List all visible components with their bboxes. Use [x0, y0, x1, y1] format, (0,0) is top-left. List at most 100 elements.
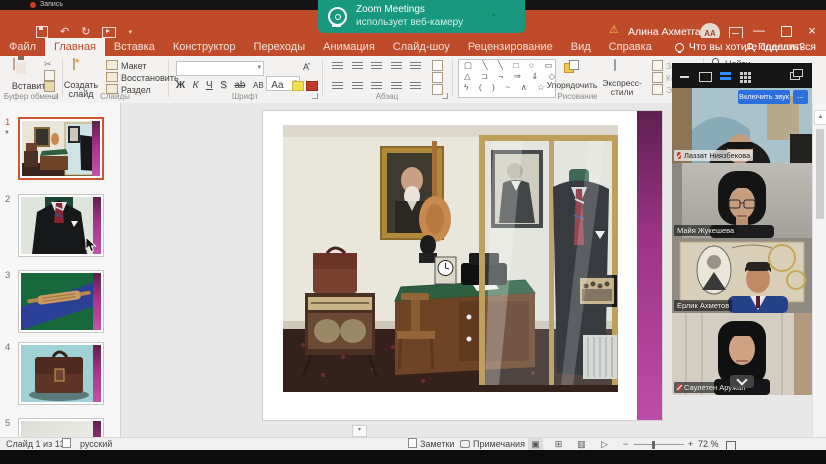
zoom-panel[interactable]: Включить звук ... Лаззат Ниязбекова: [672, 63, 812, 395]
tab-slideshow[interactable]: Слайд-шоу: [384, 38, 459, 56]
minimize-button[interactable]: —: [750, 23, 768, 37]
scroll-up-icon[interactable]: ▲: [814, 110, 826, 125]
participant-name: Лаззат Ниязбекова: [684, 151, 750, 160]
columns-icon[interactable]: [410, 82, 421, 91]
redo-icon[interactable]: ↻: [81, 27, 90, 38]
tab-transitions[interactable]: Переходы: [245, 38, 315, 56]
speaker-view-icon[interactable]: [699, 72, 712, 82]
participant-name: Ерлик Ахметов: [677, 301, 729, 310]
tab-design[interactable]: Конструктор: [164, 38, 245, 56]
align-left-icon[interactable]: [332, 82, 343, 91]
warning-icon[interactable]: ⚠: [609, 23, 619, 36]
slide-thumbnail-3[interactable]: [18, 270, 104, 333]
strikethrough-button[interactable]: ab: [234, 80, 245, 91]
close-button[interactable]: ×: [803, 23, 821, 38]
zoom-slider-track[interactable]: [634, 444, 684, 445]
new-slide-icon: [73, 58, 75, 70]
popout-icon[interactable]: [790, 72, 800, 80]
paragraph-dialog-launcher[interactable]: [442, 93, 448, 99]
tab-view[interactable]: Вид: [562, 38, 600, 56]
font-color-button[interactable]: [306, 81, 318, 91]
zoom-notification[interactable]: Zoom Meetings использует веб-камеру ⌄: [318, 0, 525, 33]
participant-video-2[interactable]: Майя Жукешева: [672, 163, 812, 238]
text-shadow-button[interactable]: S: [220, 80, 227, 91]
thumbnail-4-briefcase-image: [21, 345, 98, 402]
tab-file[interactable]: Файл: [0, 38, 45, 56]
mouse-cursor: [85, 237, 97, 253]
notes-label: Заметки: [420, 439, 454, 449]
slide-thumbnail-4[interactable]: [18, 342, 104, 405]
cut-icon[interactable]: ✂: [44, 59, 52, 70]
bold-button[interactable]: Ж: [176, 80, 185, 91]
notification-subtitle: использует веб-камеру: [356, 17, 463, 28]
collapse-strip-button[interactable]: [730, 375, 754, 388]
underline-button[interactable]: Ч: [206, 80, 213, 91]
clipboard-dialog-launcher[interactable]: [52, 93, 58, 99]
bullets-icon[interactable]: [332, 62, 343, 71]
align-center-icon[interactable]: [352, 82, 363, 91]
tab-help[interactable]: Справка: [600, 38, 661, 56]
webcam-icon: [328, 7, 347, 26]
justify-icon[interactable]: [391, 82, 402, 91]
undo-icon[interactable]: ↶: [60, 27, 69, 38]
notes-icon: [408, 438, 417, 448]
slide-thumbnail-1[interactable]: [18, 117, 104, 180]
tab-review[interactable]: Рецензирование: [459, 38, 562, 56]
screen-letterbox: [0, 450, 826, 464]
participant-video-4[interactable]: Саулетен Аружан: [672, 313, 812, 395]
thumbnail-stripe: [93, 273, 101, 330]
layout-button[interactable]: Макет: [106, 60, 146, 71]
slide-magenta-stripe: [637, 111, 662, 420]
grid-view-icon[interactable]: [740, 72, 743, 75]
italic-button[interactable]: К: [193, 80, 199, 91]
char-spacing-button[interactable]: АВ: [253, 81, 264, 90]
format-painter-icon[interactable]: [44, 81, 55, 92]
tab-insert[interactable]: Вставка: [105, 38, 164, 56]
unmute-button[interactable]: Включить звук: [738, 90, 790, 104]
vertical-scrollbar[interactable]: ▲: [812, 103, 826, 437]
gallery-view-icon[interactable]: [720, 72, 731, 81]
increase-indent-icon[interactable]: [391, 62, 402, 71]
numbering-icon[interactable]: [352, 62, 363, 71]
notification-chevron-icon[interactable]: ⌄: [490, 8, 498, 19]
slide-canvas[interactable]: [263, 111, 662, 420]
thumbnails-panel[interactable]: 1 * 2: [0, 103, 121, 437]
more-options-button[interactable]: ...: [793, 90, 808, 104]
quick-styles-button[interactable]: [614, 60, 616, 70]
text-direction-icon[interactable]: [432, 60, 443, 71]
new-slide-button[interactable]: [73, 59, 75, 69]
highlight-color-button[interactable]: [292, 81, 304, 91]
decrease-indent-icon[interactable]: [371, 62, 382, 71]
qat-customize-icon[interactable]: ▾: [128, 27, 132, 38]
grow-font-button[interactable]: А̂: [303, 62, 309, 72]
arrange-label[interactable]: Упорядочить: [546, 80, 598, 90]
pane-splitter-button[interactable]: ▾: [352, 425, 367, 437]
participant-video-3[interactable]: Ерлик Ахметов: [672, 238, 812, 313]
copy-icon[interactable]: [44, 70, 55, 81]
reset-button[interactable]: Восстановить: [106, 72, 179, 83]
recording-dot-icon: [30, 2, 36, 8]
align-text-icon[interactable]: [432, 72, 443, 83]
lightbulb-icon: [675, 43, 684, 52]
restore-button[interactable]: [781, 26, 792, 37]
font-dialog-launcher[interactable]: [312, 93, 318, 99]
font-name-combo[interactable]: [176, 61, 264, 76]
slide-1-animation-star: *: [5, 129, 9, 140]
slide-number-2: 2: [5, 194, 10, 205]
zoom-slider-thumb[interactable]: [652, 441, 655, 449]
share-button[interactable]: Поделиться: [745, 38, 816, 56]
group-paragraph: Абзац: [322, 92, 452, 101]
align-right-icon[interactable]: [371, 82, 382, 91]
slide-photo-museum[interactable]: [283, 125, 618, 392]
paste-button[interactable]: [13, 59, 15, 69]
tab-animations[interactable]: Анимация: [314, 38, 384, 56]
zoom-minimize-icon[interactable]: [680, 76, 689, 78]
tab-home[interactable]: Главная: [45, 38, 105, 56]
save-icon[interactable]: [36, 26, 48, 38]
thumbnail-stripe: [92, 121, 100, 176]
scrollbar-thumb[interactable]: [816, 129, 824, 219]
change-case-button[interactable]: Аа: [271, 80, 283, 91]
line-spacing-icon[interactable]: [410, 62, 421, 71]
start-slideshow-icon[interactable]: [102, 27, 116, 38]
slide-number-3: 3: [5, 270, 10, 281]
